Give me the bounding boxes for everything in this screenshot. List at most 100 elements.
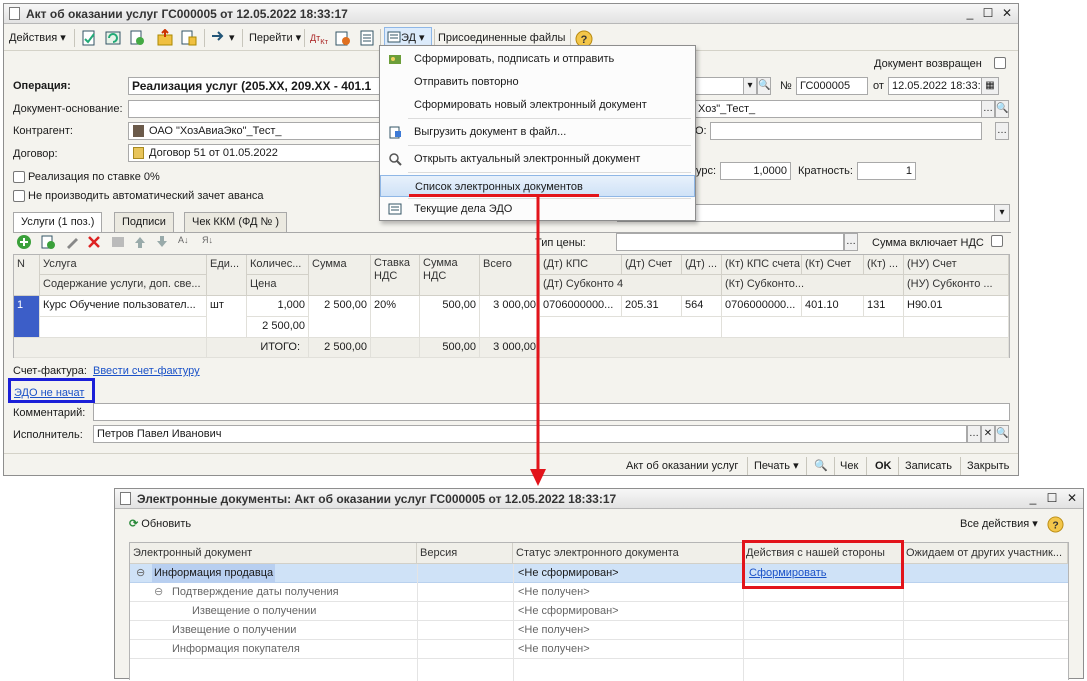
search-icon[interactable]: 🔍 (995, 100, 1009, 118)
sort-desc-icon[interactable]: Я↓ (202, 235, 213, 245)
copy-row-icon[interactable] (40, 234, 56, 250)
table-cell[interactable]: 401.10 (802, 296, 864, 317)
ok-button[interactable]: OK (875, 456, 892, 476)
dt-kt-icon[interactable]: ДтКт (310, 28, 328, 48)
refresh-doc-icon[interactable] (104, 29, 122, 47)
col-header[interactable]: Цена (247, 275, 309, 296)
col-header[interactable]: Сумма (309, 255, 371, 296)
check-button[interactable]: Чек (840, 456, 858, 476)
col-header[interactable]: (Дт) Субконто 4 (540, 275, 722, 296)
list-doc-icon[interactable] (358, 29, 376, 47)
col-header[interactable]: Ожидаем от других участник... (903, 543, 1068, 564)
table-cell[interactable]: 131 (864, 296, 904, 317)
menu-item-resend[interactable]: Отправить повторно (380, 71, 695, 93)
print-menu-button[interactable]: Печать ▾ (754, 456, 799, 476)
settings-doc-icon[interactable] (334, 29, 352, 47)
menu-item-export-file[interactable]: Выгрузить документ в файл... (380, 121, 695, 143)
close-button[interactable]: Закрыть (967, 456, 1009, 476)
col-header[interactable]: (Кт) КПС счета (722, 255, 802, 275)
basis-field[interactable] (128, 100, 388, 118)
col-header[interactable]: Сумма НДС (420, 255, 480, 296)
clear-icon[interactable]: ✕ (981, 425, 995, 443)
col-header[interactable]: (Кт) Счет (802, 255, 864, 275)
col-header[interactable]: (НУ) Субконто ... (904, 275, 1009, 296)
minimize-icon[interactable]: _ (962, 6, 978, 21)
number-field[interactable]: ГС000005 (796, 77, 868, 95)
table-cell[interactable]: 205.31 (622, 296, 682, 317)
select-button[interactable]: … (981, 100, 995, 118)
table-cell[interactable]: Н90.01 (904, 296, 1009, 317)
copy-doc-icon[interactable] (128, 29, 146, 47)
collapse-icon[interactable]: ⊖ (154, 583, 163, 602)
actions-menu-button[interactable]: Действия ▾ (9, 28, 66, 48)
structure-icon[interactable] (180, 29, 198, 47)
menu-item-create-new[interactable]: Сформировать новый электронный документ (380, 94, 695, 116)
move-up-icon[interactable] (132, 234, 148, 250)
end-edit-icon[interactable] (110, 234, 126, 250)
add-row-icon[interactable] (16, 234, 32, 250)
operation-field[interactable]: Реализация услуг (205.XX, 209.XX - 401.1 (128, 77, 388, 95)
contract-field[interactable]: Договор 51 от 01.05.2022 (128, 144, 388, 162)
operation-type-field[interactable] (694, 77, 744, 95)
post-icon[interactable] (80, 29, 98, 47)
organization-field[interactable]: Хоз"_Тест_ (694, 100, 982, 118)
select-button[interactable]: … (995, 122, 1009, 140)
price-type-field[interactable] (616, 233, 844, 251)
edoc-name[interactable]: Извещение о получении (172, 621, 296, 640)
invoice-link[interactable]: Ввести счет-фактуру (93, 365, 200, 377)
delete-row-icon[interactable] (86, 234, 102, 250)
select-button[interactable]: … (967, 425, 981, 443)
vat-included-checkbox[interactable] (991, 235, 1003, 247)
collapse-icon[interactable]: ⊖ (136, 564, 145, 583)
table-cell[interactable]: 2 500,00 (309, 296, 371, 338)
maximize-icon[interactable]: ☐ (1044, 491, 1060, 506)
all-actions-button[interactable]: Все действия ▾ (960, 514, 1038, 534)
col-header[interactable]: (Дт) КПС (540, 255, 622, 275)
zero-rate-checkbox[interactable] (13, 171, 25, 183)
document-returned-checkbox[interactable] (994, 57, 1006, 69)
edoc-name[interactable]: Извещение о получении (192, 602, 316, 621)
refresh-button[interactable]: ⟳ Обновить (129, 514, 191, 534)
edoc-name[interactable]: Подтверждение даты получения (172, 583, 339, 602)
col-header[interactable]: Еди... (207, 255, 247, 296)
col-header[interactable]: Статус электронного документа (513, 543, 743, 564)
date-field[interactable]: 12.05.2022 18:33:17 (888, 77, 982, 95)
calendar-icon[interactable]: ▦ (981, 77, 999, 95)
minimize-icon[interactable]: _ (1025, 491, 1041, 506)
save-button[interactable]: Записать (905, 456, 952, 476)
select-button[interactable]: … (844, 233, 858, 251)
table-cell[interactable] (904, 317, 1009, 338)
operation-dropdown-button[interactable]: ▾ (743, 77, 757, 95)
search-icon[interactable]: 🔍 (995, 425, 1009, 443)
table-cell[interactable]: 0706000000... (540, 296, 622, 317)
tab-services[interactable]: Услуги (1 поз.) (13, 212, 103, 233)
col-header[interactable]: N (14, 255, 40, 296)
col-header[interactable]: Услуга (40, 255, 207, 275)
col-header[interactable]: Электронный документ (130, 543, 417, 564)
navigate-button[interactable]: ▾ (210, 28, 235, 48)
table-cell[interactable] (40, 317, 207, 338)
col-header[interactable]: (Дт) ... (682, 255, 722, 275)
rate-field[interactable]: 1,0000 (720, 162, 791, 180)
close-icon[interactable]: ✕ (999, 6, 1015, 21)
help-icon[interactable]: ? (1047, 516, 1064, 533)
table-cell[interactable]: 2 500,00 (247, 317, 309, 338)
act-print-button[interactable]: Акт об оказании услуг (626, 456, 738, 476)
menu-item-open-current[interactable]: Открыть актуальный электронный документ (380, 148, 695, 170)
table-cell[interactable]: 500,00 (420, 296, 480, 338)
col-header[interactable]: (Дт) Счет (622, 255, 682, 275)
sort-asc-icon[interactable]: A↓ (178, 235, 189, 245)
menu-item-create-sign-send[interactable]: Сформировать, подписать и отправить (380, 48, 695, 70)
close-icon[interactable]: ✕ (1064, 491, 1080, 506)
col-header[interactable]: Содержание услуги, доп. све... (40, 275, 207, 296)
preview-icon[interactable]: 🔍 (814, 456, 828, 476)
tab-signatures[interactable]: Подписи (114, 212, 174, 232)
folder-up-icon[interactable] (156, 29, 174, 47)
table-cell[interactable]: 0706000000... (722, 296, 802, 317)
move-down-icon[interactable] (154, 234, 170, 250)
tab-receipt[interactable]: Чек ККМ (ФД № ) (184, 212, 288, 232)
search-icon[interactable]: 🔍 (757, 77, 771, 95)
table-cell[interactable]: 564 (682, 296, 722, 317)
col-header[interactable]: (Кт) ... (864, 255, 904, 275)
goto-menu-button[interactable]: Перейти ▾ (249, 28, 301, 48)
